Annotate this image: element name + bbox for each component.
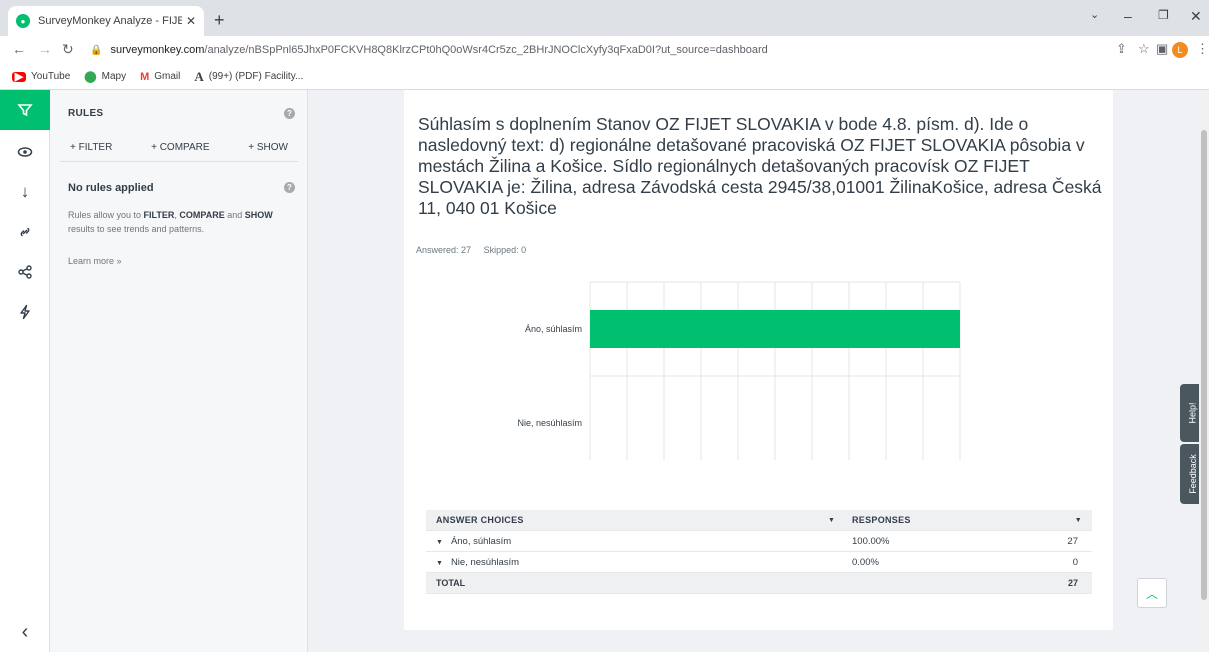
restore-icon[interactable]: ❐	[1158, 8, 1169, 22]
youtube-icon: ▶	[12, 71, 26, 83]
learn-more-link[interactable]: Learn more »	[68, 256, 122, 266]
maps-pin-icon: ⬤	[84, 71, 97, 83]
share-nodes-icon[interactable]	[0, 252, 50, 292]
minimize-icon[interactable]: –	[1124, 8, 1132, 24]
add-compare-button[interactable]: + COMPARE	[151, 142, 209, 153]
bookmark-label: Mapy	[101, 71, 127, 82]
bookmark-mapy[interactable]: ⬤ Mapy	[84, 70, 126, 83]
url-path: /analyze/nBSpPnl65JhxP0FCKVH8Q8KlrzCPt0h…	[204, 44, 768, 56]
feedback-label: Feedback	[1188, 454, 1198, 494]
caret-down-icon: ▼	[436, 559, 443, 567]
choice-label: Nie, nesúhlasím	[450, 556, 520, 568]
analyze-icon-rail: ↓ ‹	[0, 90, 50, 652]
url-field[interactable]: 🔒 surveymonkey.com/analyze/nBSpPnl65JhxP…	[90, 39, 1180, 61]
category-label: Nie, nesúhlasím	[517, 418, 582, 428]
new-tab-button[interactable]: +	[214, 10, 225, 31]
bookmark-academia[interactable]: A (99+) (PDF) Facility...	[194, 69, 303, 85]
table-header: ANSWER CHOICES ▼ RESPONSES ▼	[426, 510, 1092, 531]
desc-text: results to see trends and patterns.	[68, 224, 205, 234]
bookmark-star-icon[interactable]: ☆	[1138, 41, 1150, 57]
question-title: Súhlasím s doplnením Stanov OZ FIJET SLO…	[418, 114, 1102, 218]
tab-title: SurveyMonkey Analyze - FIJET hl	[38, 15, 182, 27]
help-label: Help!	[1187, 402, 1198, 424]
page-scrollbar[interactable]	[1199, 90, 1209, 652]
academia-icon: A	[194, 68, 204, 84]
tab-search-icon[interactable]: ⌄	[1090, 8, 1099, 21]
caret-down-icon: ▼	[436, 538, 443, 546]
skipped-count: Skipped: 0	[483, 245, 527, 255]
download-arrow-icon[interactable]: ↓	[0, 172, 50, 212]
header-responses[interactable]: RESPONSES	[852, 515, 911, 525]
browser-tab-bar: ● SurveyMonkey Analyze - FIJET hl ✕ + ⌄ …	[0, 0, 1209, 36]
link-icon[interactable]	[0, 212, 50, 252]
lightning-icon[interactable]	[0, 292, 50, 332]
bookmark-label: (99+) (PDF) Facility...	[208, 71, 304, 82]
gmail-icon: M	[140, 70, 150, 83]
response-count: 0	[1072, 556, 1078, 568]
bar-chart: 0%10%20%30%40%50%60%70%80%90%100%Áno, sú…	[517, 281, 961, 460]
response-percent: 100.00%	[852, 535, 890, 547]
tab-close-icon[interactable]: ✕	[186, 14, 196, 28]
surveymonkey-favicon-icon: ●	[16, 14, 30, 28]
eye-icon[interactable]	[0, 132, 50, 172]
no-rules-help-icon[interactable]: ?	[284, 182, 295, 193]
table-row: ▼ Nie, nesúhlasím 0.00% 0	[426, 552, 1092, 573]
forward-icon[interactable]: →	[38, 41, 52, 57]
bookmark-label: Gmail	[154, 71, 181, 82]
rules-description: Rules allow you to FILTER, COMPARE and S…	[68, 208, 296, 236]
sort-caret-icon[interactable]: ▼	[1075, 517, 1082, 524]
bookmarks-bar: ▶ YouTube ⬤ Mapy M Gmail A (99+) (PDF) F…	[0, 64, 1209, 90]
total-label: TOTAL	[436, 578, 466, 588]
row-expand[interactable]: ▼ Nie, nesúhlasím	[436, 557, 519, 568]
row-expand[interactable]: ▼ Áno, súhlasím	[436, 536, 511, 547]
desc-show: SHOW	[244, 210, 273, 220]
bookmark-gmail[interactable]: M Gmail	[140, 71, 180, 83]
side-panel-icon[interactable]: ▣	[1156, 41, 1168, 57]
category-label: Áno, súhlasím	[525, 324, 582, 334]
rules-panel: RULES ? + FILTER + COMPARE + SHOW No rul…	[50, 90, 308, 652]
collapse-chevron-left-icon[interactable]: ‹	[8, 612, 42, 652]
desc-compare: COMPARE	[179, 210, 225, 220]
header-answer-choices[interactable]: ANSWER CHOICES	[436, 515, 524, 525]
total-count: 27	[1067, 578, 1078, 588]
desc-text: and	[224, 210, 245, 220]
browser-tab[interactable]: ● SurveyMonkey Analyze - FIJET hl ✕	[8, 6, 204, 36]
lock-icon: 🔒	[90, 44, 103, 56]
response-count: 27	[1067, 535, 1078, 547]
no-rules-heading: No rules applied	[68, 182, 154, 194]
bookmark-youtube[interactable]: ▶ YouTube	[12, 71, 71, 83]
rules-help-icon[interactable]: ?	[284, 108, 295, 119]
scrollbar-thumb[interactable]	[1201, 130, 1207, 600]
filter-funnel-icon[interactable]	[0, 90, 50, 130]
table-total-row: TOTAL 27	[426, 573, 1092, 594]
response-stats: Answered: 27 Skipped: 0	[416, 245, 536, 255]
back-icon[interactable]: ←	[12, 41, 26, 57]
share-icon[interactable]: ⇪	[1116, 41, 1127, 57]
sort-caret-icon[interactable]: ▼	[828, 517, 835, 524]
bar	[590, 310, 960, 348]
desc-filter: FILTER	[143, 210, 175, 220]
rules-actions: + FILTER + COMPARE + SHOW	[60, 134, 298, 162]
chevron-up-icon: ︿	[1145, 586, 1158, 601]
url-host: surveymonkey.com	[110, 44, 205, 56]
question-card: Súhlasím s doplnením Stanov OZ FIJET SLO…	[404, 90, 1113, 630]
desc-text: Rules allow you to	[68, 210, 144, 220]
rules-title: RULES	[68, 108, 104, 119]
add-filter-button[interactable]: + FILTER	[70, 142, 112, 153]
answered-count: Answered: 27	[416, 245, 472, 255]
profile-avatar[interactable]: L	[1172, 42, 1188, 58]
menu-kebab-icon[interactable]: ⋮	[1196, 41, 1209, 57]
choice-label: Áno, súhlasím	[450, 535, 512, 547]
address-bar: ← → ↻ 🔒 surveymonkey.com/analyze/nBSpPnl…	[0, 36, 1209, 64]
reload-icon[interactable]: ↻	[62, 41, 74, 58]
scroll-to-top-button[interactable]: ︿	[1137, 578, 1167, 608]
window-close-icon[interactable]: ✕	[1190, 8, 1202, 25]
table-row: ▼ Áno, súhlasím 100.00% 27	[426, 531, 1092, 552]
add-show-button[interactable]: + SHOW	[248, 142, 288, 153]
response-percent: 0.00%	[852, 556, 879, 568]
bookmark-label: YouTube	[31, 71, 71, 82]
answer-table: ANSWER CHOICES ▼ RESPONSES ▼ ▼ Áno, súhla…	[426, 510, 1092, 594]
